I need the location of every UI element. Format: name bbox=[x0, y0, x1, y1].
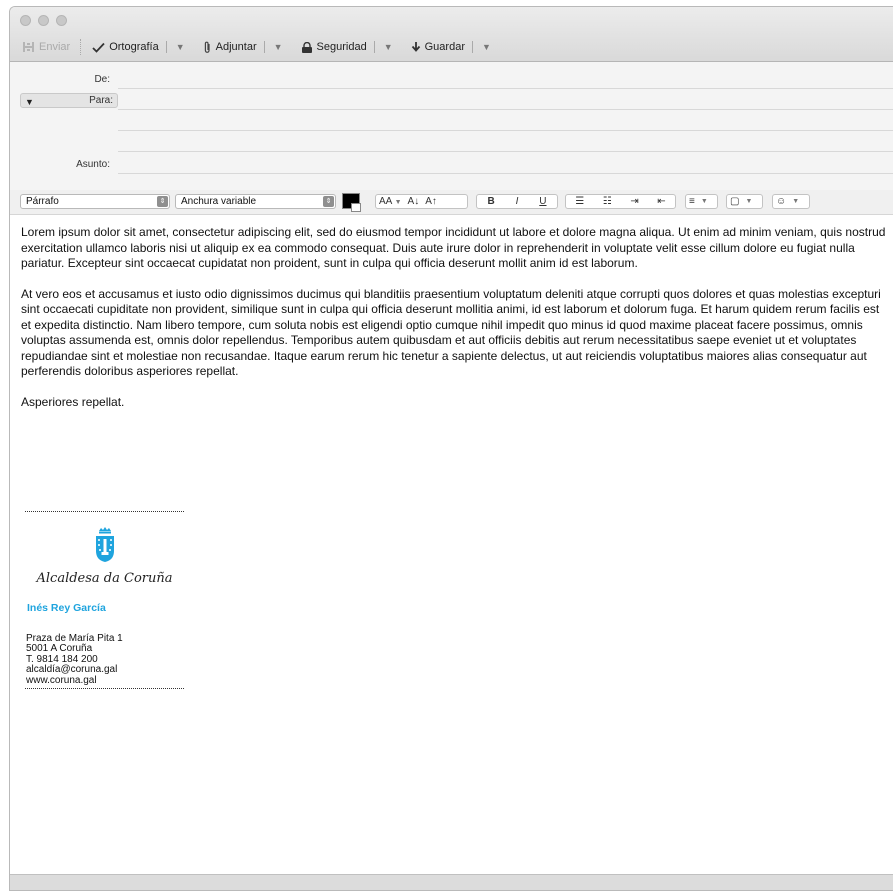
split-divider bbox=[471, 41, 473, 53]
coat-of-arms-icon bbox=[95, 527, 114, 562]
cc-row bbox=[10, 132, 893, 152]
spelling-label: Ortografía bbox=[109, 41, 159, 53]
split-divider bbox=[165, 41, 167, 53]
signature-bottom-divider bbox=[25, 688, 184, 690]
toolbar-divider bbox=[80, 39, 82, 55]
to-field[interactable] bbox=[118, 109, 893, 110]
signature-name: Inés Rey García bbox=[27, 601, 106, 614]
body-paragraph: At vero eos et accusamus et iusto odio d… bbox=[21, 286, 881, 379]
to-row: ▼ Para: bbox=[10, 90, 893, 110]
to-row-extra bbox=[10, 111, 893, 131]
cc-field[interactable] bbox=[118, 151, 893, 152]
from-field[interactable] bbox=[118, 88, 893, 89]
address-header: De: ▼ Para: Asunto: bbox=[10, 62, 893, 191]
updown-arrows-icon: ⇕ bbox=[157, 196, 168, 207]
font-select[interactable]: Anchura variable ⇕ bbox=[175, 194, 336, 209]
lock-icon bbox=[301, 41, 313, 53]
smiley-icon: ☺ bbox=[776, 196, 787, 207]
list-indent-group: ☰ ☷ ⇥ ⇤ bbox=[565, 194, 676, 209]
subject-field[interactable] bbox=[118, 173, 893, 174]
chevron-down-icon[interactable]: ▼ bbox=[482, 42, 491, 52]
signature-web[interactable]: www.coruna.gal bbox=[26, 675, 184, 686]
split-divider bbox=[263, 41, 265, 53]
attach-label: Adjuntar bbox=[215, 41, 257, 53]
chevron-down-icon: ▼ bbox=[700, 198, 708, 205]
from-label: De: bbox=[94, 74, 110, 85]
decrease-size-button[interactable]: A↓ bbox=[408, 196, 420, 207]
send-label: Enviar bbox=[39, 41, 71, 53]
subject-label: Asunto: bbox=[76, 159, 110, 170]
status-bar bbox=[10, 874, 893, 890]
font-size-group: AA ▼ A↓ A↑ bbox=[375, 194, 468, 209]
format-bar: Párrafo ⇕ Anchura variable ⇕ AA ▼ A↓ A↑ … bbox=[10, 190, 893, 215]
security-label: Seguridad bbox=[316, 41, 367, 53]
chevron-down-icon: ▼ bbox=[394, 199, 402, 206]
chevron-down-icon: ▼ bbox=[745, 198, 753, 205]
alignment-button[interactable]: ≡ ▼ bbox=[685, 194, 718, 209]
signature-office: Alcaldesa da Coruña bbox=[36, 571, 173, 586]
checkmark-icon bbox=[92, 42, 105, 53]
font-value: Anchura variable bbox=[181, 196, 257, 207]
window-controls bbox=[20, 15, 67, 26]
chevron-down-icon[interactable]: ▼ bbox=[176, 42, 185, 52]
send-icon bbox=[22, 41, 35, 53]
document-icon: ▢ bbox=[730, 196, 740, 207]
send-button[interactable]: Enviar bbox=[18, 41, 74, 53]
spelling-button[interactable]: Ortografía ▼ bbox=[88, 41, 188, 53]
zoom-window-button[interactable] bbox=[56, 15, 67, 26]
save-button[interactable]: Guardar ▼ bbox=[407, 41, 495, 53]
emoji-button[interactable]: ☺ ▼ bbox=[772, 194, 810, 209]
underline-button[interactable]: U bbox=[534, 196, 551, 207]
body-paragraph: Asperiores repellat. bbox=[21, 394, 125, 409]
indent-icon[interactable]: ⇥ bbox=[630, 196, 638, 207]
align-left-icon: ≡ bbox=[689, 196, 695, 207]
paragraph-style-select[interactable]: Párrafo ⇕ bbox=[20, 194, 170, 209]
attach-button[interactable]: Adjuntar ▼ bbox=[199, 41, 287, 54]
email-signature: Alcaldesa da Coruña Inés Rey García Praz… bbox=[25, 511, 184, 690]
insert-button[interactable]: ▢ ▼ bbox=[726, 194, 763, 209]
to-field-extra[interactable] bbox=[118, 130, 893, 131]
minimize-window-button[interactable] bbox=[38, 15, 49, 26]
paragraph-style-value: Párrafo bbox=[26, 196, 59, 207]
chevron-down-icon[interactable]: ▼ bbox=[274, 42, 283, 52]
chevron-down-icon: ▼ bbox=[792, 198, 800, 205]
signature-contact: Praza de María Pita 1 5001 A Coruña T. 9… bbox=[26, 633, 184, 686]
paperclip-icon bbox=[203, 41, 212, 54]
updown-arrows-icon: ⇕ bbox=[323, 196, 334, 207]
background-color-well[interactable] bbox=[351, 203, 361, 212]
italic-button[interactable]: I bbox=[511, 196, 524, 207]
bulleted-list-icon[interactable]: ☰ bbox=[575, 196, 584, 207]
message-body[interactable]: Lorem ipsum dolor sit amet, consectetur … bbox=[10, 215, 893, 875]
close-window-button[interactable] bbox=[20, 15, 31, 26]
main-toolbar: Enviar Ortografía ▼ Adjuntar ▼ Seguridad… bbox=[18, 39, 495, 55]
save-label: Guardar bbox=[424, 41, 465, 53]
increase-size-button[interactable]: A↑ bbox=[425, 196, 437, 207]
font-size-button[interactable]: AA ▼ bbox=[379, 196, 402, 207]
split-divider bbox=[373, 41, 375, 53]
from-row: De: bbox=[10, 69, 893, 89]
style-group: B I U bbox=[476, 194, 558, 209]
body-paragraph: Lorem ipsum dolor sit amet, consectetur … bbox=[21, 225, 886, 270]
numbered-list-icon[interactable]: ☷ bbox=[603, 196, 612, 207]
disclosure-triangle-icon: ▼ bbox=[25, 97, 34, 107]
security-button[interactable]: Seguridad ▼ bbox=[297, 41, 397, 53]
subject-row: Asunto: bbox=[10, 154, 893, 174]
recipient-type-popup[interactable]: ▼ Para: bbox=[20, 93, 118, 108]
bold-button[interactable]: B bbox=[482, 196, 499, 207]
to-label: Para: bbox=[89, 95, 113, 106]
compose-window: Enviar Ortografía ▼ Adjuntar ▼ Seguridad… bbox=[9, 6, 893, 891]
outdent-icon[interactable]: ⇤ bbox=[657, 196, 665, 207]
chevron-down-icon[interactable]: ▼ bbox=[384, 42, 393, 52]
signature-top-divider bbox=[25, 511, 184, 512]
title-bar: Enviar Ortografía ▼ Adjuntar ▼ Seguridad… bbox=[10, 7, 893, 62]
download-arrow-icon bbox=[411, 41, 421, 53]
